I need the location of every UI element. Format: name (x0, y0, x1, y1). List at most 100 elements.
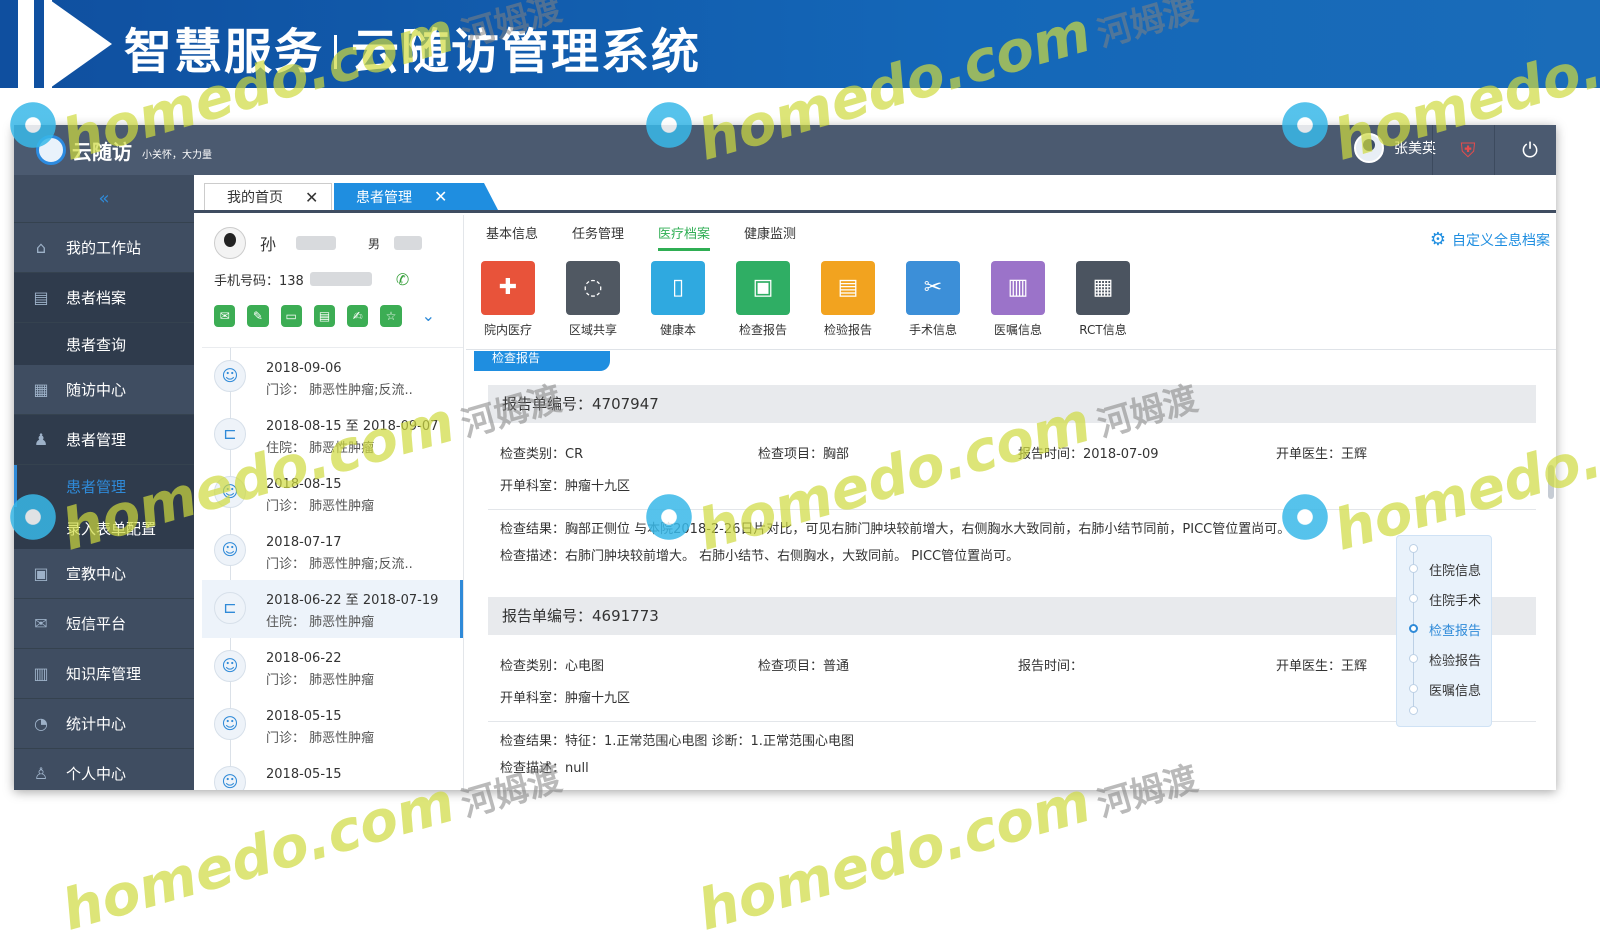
bed-icon: ⊏ (214, 592, 246, 624)
anchor-exam-report[interactable]: 检查报告 (1429, 620, 1481, 639)
outpatient-icon: ☺ (214, 708, 246, 740)
list-item[interactable]: ☺ 2018-06-22 门诊： 肺恶性肿瘤 (202, 638, 463, 696)
tile-exam-report[interactable]: ▣ 检查报告 (735, 261, 791, 338)
user-name: 张美英 (1394, 141, 1436, 157)
list-item[interactable]: ☺ 2018-08-15 门诊： 肺恶性肿瘤 (202, 464, 463, 522)
app-logo[interactable]: 云随访 小关怀，大力量 (36, 135, 212, 165)
power-icon[interactable]: ⏻ (1517, 137, 1543, 163)
card-icon[interactable]: ▭ (280, 305, 302, 327)
edit-icon[interactable]: ✍ (347, 305, 369, 327)
stats-icon: ◔ (34, 713, 48, 733)
list-item[interactable]: ☺ 2018-05-15 (202, 754, 463, 790)
report-item: 检查项目：普通 (758, 659, 850, 674)
sidebar-item-education[interactable]: ▣ 宣教中心 (14, 549, 194, 599)
chat-icon[interactable]: ✎ (247, 305, 269, 327)
watermark-flower-icon (640, 96, 698, 154)
phone-icon[interactable]: ✆ (396, 270, 409, 289)
anchor-lab-report[interactable]: 检验报告 (1429, 650, 1481, 669)
medkit-icon: ✚ (481, 261, 535, 315)
archive-icon: ▤ (33, 287, 49, 307)
sidebar-sub-patient-query[interactable]: 患者查询 (14, 323, 194, 365)
watermark-flower-icon (4, 488, 62, 546)
tab-health-monitor[interactable]: 健康监测 (744, 223, 796, 251)
sidebar-item-knowledge[interactable]: ▥ 知识库管理 (14, 649, 194, 699)
report-desc: 检查描述：右肺门肿块较前增大。 右肺小结节、右侧胸水，大致同前。 PICC管位置… (500, 549, 1020, 564)
report-item: 检查项目：胸部 (758, 447, 850, 462)
tab-task-mgmt[interactable]: 任务管理 (572, 223, 624, 251)
tile-rct[interactable]: ▦ RCT信息 (1075, 261, 1131, 338)
list-item[interactable]: ⊏ 2018-08-15 至 2018-09-07 住院： 肺恶性肿瘤 (202, 406, 463, 464)
sidebar-item-followup[interactable]: ▦ 随访中心 (14, 365, 194, 415)
outpatient-icon: ☺ (214, 534, 246, 566)
list-item[interactable]: ⊏ 2018-06-22 至 2018-07-19 住院： 肺恶性肿瘤 (202, 580, 463, 638)
patient-avatar (214, 227, 246, 259)
patient-name: 孙 (260, 235, 277, 254)
tile-health-book[interactable]: ▯ 健康本 (650, 261, 706, 338)
list-item[interactable]: ☺ 2018-07-17 门诊： 肺恶性肿瘤;反流.. (202, 522, 463, 580)
lab-report-icon: ▤ (821, 261, 875, 315)
report-type: 检查类别：心电图 (500, 659, 605, 674)
email-icon[interactable]: ✉ (214, 305, 236, 327)
sidebar-item-stats[interactable]: ◔ 统计中心 (14, 699, 194, 749)
health-book-icon: ▯ (651, 261, 705, 315)
report-desc: 检查描述：null (500, 761, 589, 776)
report-title: 报告单编号：4707947 (488, 385, 1536, 423)
sidebar-item-patient-mgmt[interactable]: ♟ 患者管理 (14, 415, 194, 465)
user-menu[interactable]: 张美英 (1354, 133, 1436, 163)
list-item[interactable]: ☺ 2018-09-06 门诊： 肺恶性肿瘤;反流.. (202, 348, 463, 406)
shield-icon[interactable]: ⛨ (1455, 137, 1481, 163)
outpatient-icon: ☺ (214, 476, 246, 508)
report-card: 报告单编号：4707947 检查类别：CR 检查项目：胸部 报告时间：2018-… (488, 385, 1536, 570)
patient-sex: 男 (368, 236, 381, 251)
section-tag: 检查报告 (474, 351, 610, 371)
watermark-flower-icon (640, 488, 698, 546)
sidebar-item-sms[interactable]: ✉ 短信平台 (14, 599, 194, 649)
chevron-down-icon[interactable]: ⌄ (418, 305, 439, 327)
surgery-icon: ✂ (906, 261, 960, 315)
close-icon[interactable]: ✕ (434, 187, 447, 206)
tile-regional-share[interactable]: ◌ 区域共享 (565, 261, 621, 338)
tab-patient-mgmt[interactable]: 患者管理 ✕ (334, 183, 498, 210)
bed-icon: ⊏ (214, 418, 246, 450)
report-dept: 开单科室：肿瘤十九区 (500, 479, 631, 494)
close-icon[interactable]: ✕ (305, 188, 318, 207)
redacted-phone (309, 272, 372, 286)
tile-surgery[interactable]: ✂ 手术信息 (905, 261, 961, 338)
person-icon: ♙ (33, 763, 49, 783)
collapse-icon[interactable]: « (14, 175, 194, 223)
share-icon: ◌ (566, 261, 620, 315)
scrollbar[interactable] (1548, 465, 1554, 499)
watermark-flower-icon (1276, 96, 1334, 154)
anchor-inpatient-info[interactable]: 住院信息 (1429, 560, 1481, 579)
sidebar-item-personal[interactable]: ♙ 个人中心 (14, 749, 194, 790)
tile-lab-report[interactable]: ▤ 检验报告 (820, 261, 876, 338)
sidebar-item-archive[interactable]: ▤ 患者档案 (14, 273, 194, 323)
outpatient-icon: ☺ (214, 650, 246, 682)
gear-icon: ⚙ (1429, 229, 1446, 250)
outpatient-icon: ☺ (214, 360, 246, 392)
avatar (1354, 133, 1384, 163)
patient-info: 孙 男 手机号码：138 ✆ ✉ ✎ ▭ ▤ ✍ ☆ ⌄ (202, 215, 463, 348)
banner-arrow-icon (50, 0, 112, 88)
tab-bar: 我的首页 ✕ 患者管理 ✕ (194, 175, 1556, 213)
anchor-orders[interactable]: 医嘱信息 (1429, 680, 1481, 699)
tab-basic-info[interactable]: 基本信息 (486, 223, 538, 251)
watermark-flower-icon (1276, 488, 1334, 546)
custom-archive-link[interactable]: ⚙ 自定义全息档案 (1430, 229, 1550, 250)
sidebar-item-workstation[interactable]: ⌂ 我的工作站 (14, 223, 194, 273)
star-icon[interactable]: ☆ (380, 305, 402, 327)
report-time: 报告时间： (1018, 659, 1084, 674)
note-icon[interactable]: ▤ (313, 305, 336, 327)
report-type: 检查类别：CR (500, 447, 584, 462)
tile-hospital-care[interactable]: ✚ 院内医疗 (480, 261, 536, 338)
exam-report-icon: ▣ (736, 261, 790, 315)
redacted-age (394, 236, 423, 250)
tile-orders[interactable]: ▥ 医嘱信息 (990, 261, 1046, 338)
record-tiles: ✚ 院内医疗 ◌ 区域共享 ▯ 健康本 ▣ 检查报告 ▤ 检验报告 ✂ 手术信息 ▥ 医嘱信息… (480, 261, 1160, 338)
banner-bar (18, 0, 34, 88)
anchor-inpatient-surgery[interactable]: 住院手术 (1429, 590, 1481, 609)
tab-medical-records[interactable]: 医疗档案 (658, 223, 711, 251)
tab-home[interactable]: 我的首页 ✕ (204, 183, 332, 210)
followup-icon: ▦ (33, 379, 49, 399)
list-item[interactable]: ☺ 2018-05-15 门诊： 肺恶性肿瘤 (202, 696, 463, 754)
